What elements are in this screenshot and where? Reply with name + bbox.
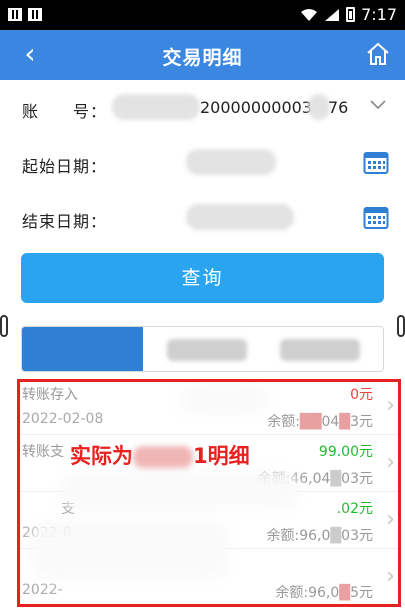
battery-icon <box>346 7 356 22</box>
header-bar: ‹ 交易明细 <box>0 30 405 80</box>
account-value: 20000000003 <box>200 98 312 117</box>
notification-icons <box>8 8 42 21</box>
left-edge-handle <box>0 315 8 337</box>
privacy-smudge <box>180 385 270 415</box>
wifi-icon <box>301 8 318 21</box>
home-icon[interactable] <box>365 41 391 67</box>
status-time: 7:17 <box>361 5 397 24</box>
transaction-balance: 余额:██04█3元 <box>267 414 373 430</box>
account-value-tail: 76 <box>328 98 349 117</box>
notification-icon <box>28 8 42 21</box>
calendar-icon[interactable] <box>363 204 389 230</box>
end-date-label: 结束日期： <box>22 212 108 231</box>
privacy-smudge <box>60 470 300 510</box>
start-date-row[interactable]: 起始日期： <box>0 135 405 190</box>
transaction-amount: 99.00元 <box>318 444 373 460</box>
transaction-type: 转账存入 <box>22 387 78 403</box>
transaction-balance: 余额:96,0█5元 <box>275 585 373 601</box>
account-label: 账 号： <box>22 102 108 121</box>
status-bar: 7:17 <box>0 0 405 30</box>
calendar-icon[interactable] <box>363 149 389 175</box>
page-title: 交易明细 <box>162 47 243 69</box>
tab-middle[interactable] <box>143 327 264 371</box>
masked-start-date <box>186 149 276 175</box>
privacy-smudge <box>30 520 230 580</box>
masked-end-date <box>186 204 294 230</box>
masked-account-digit <box>308 94 330 120</box>
tab-active[interactable] <box>22 327 143 371</box>
transaction-amount: 0元 <box>350 387 373 403</box>
transaction-date: 2022- <box>22 582 63 598</box>
end-date-row[interactable]: 结束日期： <box>0 190 405 245</box>
chevron-right-icon: › <box>386 393 395 418</box>
masked-tab-label <box>280 339 360 361</box>
start-date-label: 起始日期： <box>22 157 108 176</box>
chevron-down-icon[interactable] <box>369 96 387 114</box>
query-button[interactable]: 查询 <box>21 253 384 303</box>
transaction-date: 2022-02-08 <box>22 411 104 427</box>
chevron-right-icon: › <box>386 450 395 475</box>
transaction-type: 转账支 <box>22 444 64 460</box>
notification-icon <box>8 8 22 21</box>
right-edge-handle <box>397 315 405 337</box>
annotation-text: 实际为 1明细 <box>70 444 250 468</box>
transaction-balance: 余额:96,0█03元 <box>266 528 374 544</box>
tab-right[interactable] <box>264 327 383 371</box>
annotation-masked <box>133 446 193 468</box>
masked-account-prefix <box>112 94 200 120</box>
account-row[interactable]: 账 号： 20000000003 76 <box>0 80 405 135</box>
signal-icon <box>325 8 340 21</box>
masked-tab-label <box>167 339 247 361</box>
chevron-right-icon: › <box>386 507 395 532</box>
transaction-amount: .02元 <box>336 501 373 517</box>
chevron-right-icon: › <box>386 564 395 589</box>
filter-tabs <box>21 326 384 372</box>
